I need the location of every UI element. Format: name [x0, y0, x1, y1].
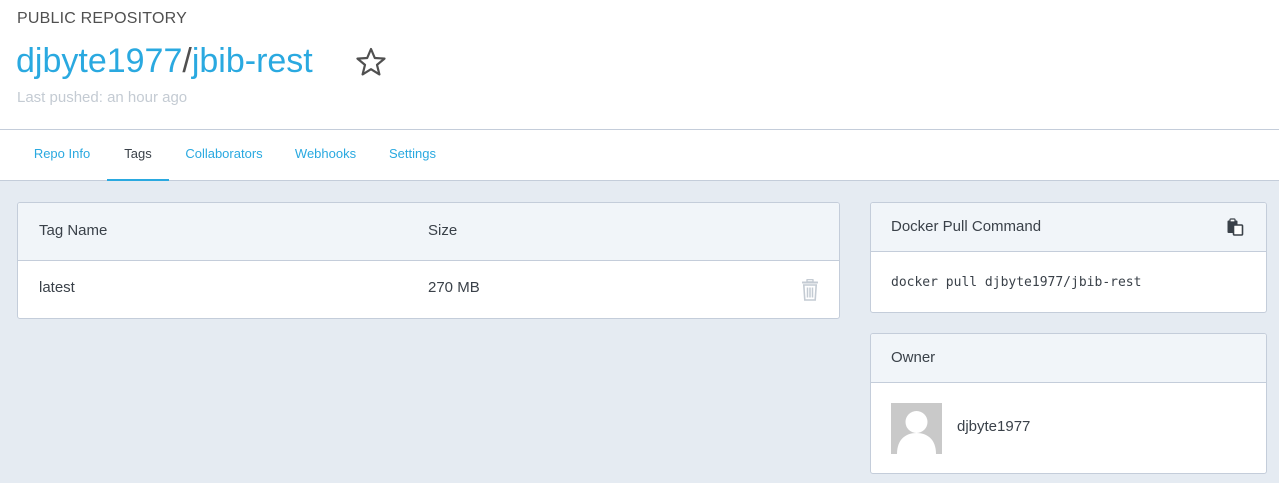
docker-pull-panel: Docker Pull Command docker pull djbyte19…: [870, 202, 1267, 313]
table-row: latest 270 MB: [18, 261, 839, 318]
tag-size-cell: 270 MB: [428, 279, 480, 296]
repo-visibility-label: PUBLIC REPOSITORY: [17, 10, 187, 27]
default-avatar-icon[interactable]: [891, 403, 942, 454]
tag-name-cell: latest: [39, 279, 75, 296]
docker-pull-title: Docker Pull Command: [891, 218, 1042, 235]
trash-icon[interactable]: [800, 279, 820, 301]
tab-tags[interactable]: Tags: [107, 130, 169, 181]
last-pushed-text: Last pushed: an hour ago: [17, 89, 188, 106]
docker-pull-command-text[interactable]: docker pull djbyte1977/jbib-rest: [891, 275, 1141, 290]
docker-pull-header: Docker Pull Command: [871, 203, 1266, 252]
clipboard-copy-icon[interactable]: [1226, 218, 1244, 236]
owner-username-link[interactable]: djbyte1977: [957, 418, 1030, 435]
tab-repo-info[interactable]: Repo Info: [17, 130, 107, 181]
repo-name-link[interactable]: jbib-rest: [192, 42, 313, 80]
tags-table-header: Tag Name Size: [18, 203, 839, 261]
tab-settings[interactable]: Settings: [372, 130, 453, 181]
repo-header: PUBLIC REPOSITORY djbyte1977/jbib-rest L…: [0, 0, 1279, 130]
column-header-tag-name: Tag Name: [39, 222, 108, 239]
owner-panel-header: Owner: [871, 334, 1266, 383]
repo-tabs: Repo Info Tags Collaborators Webhooks Se…: [0, 130, 1279, 181]
repo-owner-link[interactable]: djbyte1977: [16, 42, 182, 80]
column-header-size: Size: [428, 222, 458, 239]
repo-title-separator: /: [182, 42, 192, 80]
owner-panel: Owner djbyte1977: [870, 333, 1267, 474]
repo-title: djbyte1977/jbib-rest: [16, 40, 313, 82]
tab-collaborators[interactable]: Collaborators: [169, 130, 279, 181]
star-outline-icon[interactable]: [355, 46, 387, 78]
tags-table: Tag Name Size latest 270 MB: [17, 202, 840, 319]
main-content: Tag Name Size latest 270 MB Docker Pull …: [0, 181, 1279, 483]
owner-panel-title: Owner: [891, 349, 936, 366]
tab-webhooks[interactable]: Webhooks: [279, 130, 372, 181]
